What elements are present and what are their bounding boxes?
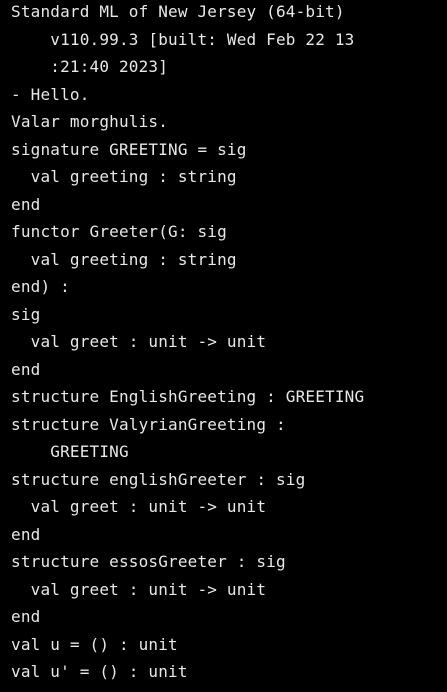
terminal-line-structure-continued: GREETING bbox=[11, 442, 129, 461]
terminal-line-end: end bbox=[11, 607, 41, 626]
terminal-line-output: Valar morghulis. bbox=[11, 112, 169, 131]
terminal-line-structure: structure ValyrianGreeting : bbox=[11, 415, 286, 434]
terminal-line-structure: structure EnglishGreeting : GREETING bbox=[11, 387, 365, 406]
terminal-line-functor-end: end) : bbox=[11, 277, 70, 296]
terminal-line-functor: functor Greeter(G: sig bbox=[11, 222, 227, 241]
terminal-line-structure: structure essosGreeter : sig bbox=[11, 552, 286, 571]
terminal-line-sig-member: val greet : unit -> unit bbox=[11, 497, 267, 516]
terminal-output[interactable]: Standard ML of New Jersey (64-bit) v110.… bbox=[0, 0, 447, 692]
terminal-line-functor-member: val greeting : string bbox=[11, 250, 237, 269]
terminal-line-structure: structure englishGreeter : sig bbox=[11, 470, 306, 489]
terminal-line-end: end bbox=[11, 195, 41, 214]
terminal-line-sig-member: val greet : unit -> unit bbox=[11, 580, 267, 599]
terminal-line-end: end bbox=[11, 525, 41, 544]
terminal-line-sig-member: val greet : unit -> unit bbox=[11, 332, 267, 351]
terminal-line-prompt-output: - Hello. bbox=[11, 85, 90, 104]
terminal-line-end: end bbox=[11, 360, 41, 379]
terminal-line-sig: sig bbox=[11, 305, 41, 324]
terminal-line-val: val u = () : unit bbox=[11, 635, 178, 654]
terminal-line-build-time: :21:40 2023] bbox=[11, 57, 169, 76]
terminal-line-version: v110.99.3 [built: Wed Feb 22 13 bbox=[11, 30, 355, 49]
terminal-line-signature-member: val greeting : string bbox=[11, 167, 237, 186]
terminal-line-val: val u' = () : unit bbox=[11, 662, 188, 681]
terminal-line-banner: Standard ML of New Jersey (64-bit) bbox=[11, 2, 345, 21]
terminal-line-signature: signature GREETING = sig bbox=[11, 140, 247, 159]
